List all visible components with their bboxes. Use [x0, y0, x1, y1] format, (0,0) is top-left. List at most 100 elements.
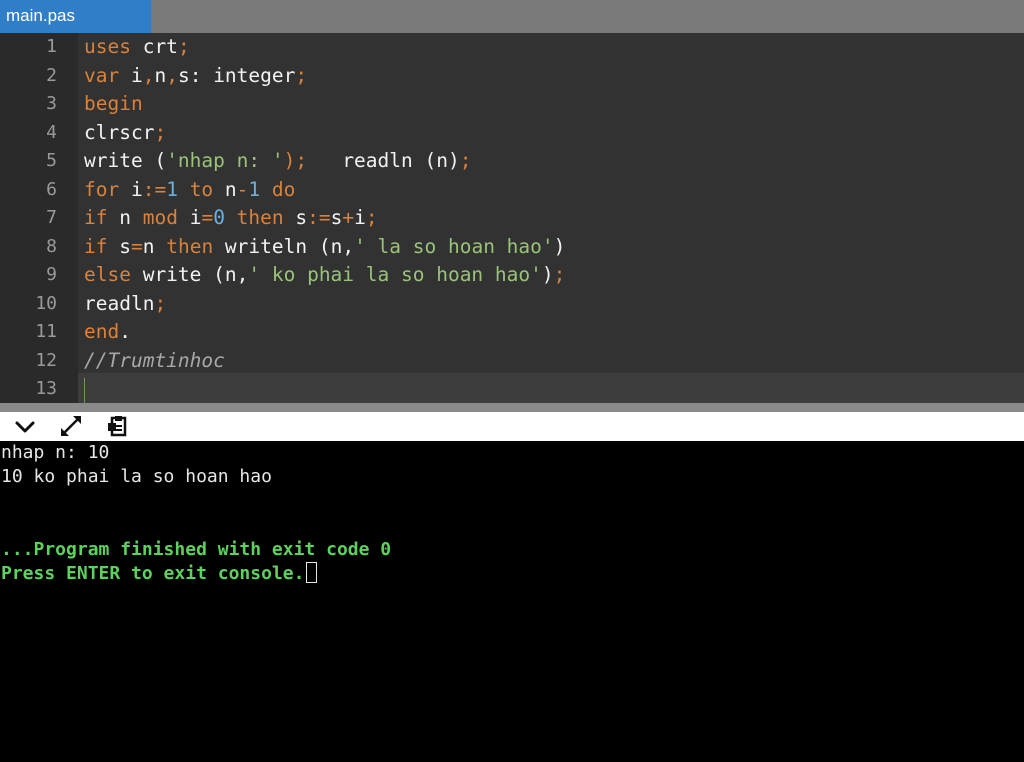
- code-token: ): [553, 234, 566, 258]
- code-token: n: [154, 63, 167, 87]
- code-token: 0: [213, 206, 225, 229]
- line-number: 5: [46, 150, 57, 171]
- code-token: uses: [84, 35, 143, 58]
- code-token: for: [84, 177, 131, 201]
- line-number: 9: [46, 264, 57, 285]
- code-token: crt: [142, 35, 178, 58]
- code-token: .: [119, 320, 131, 343]
- line-number: 7: [46, 207, 57, 228]
- code-line: if s=n then writeln (n,' la so hoan hao'…: [84, 233, 565, 261]
- code-token: :=: [142, 177, 167, 201]
- code-token: i: [130, 177, 143, 201]
- code-token: s: integer: [177, 63, 296, 87]
- code-token: ;: [553, 263, 566, 286]
- code-token: 1: [248, 177, 261, 201]
- code-token: if: [84, 206, 120, 229]
- console-line: 10 ko phai la so hoan hao: [1, 466, 272, 487]
- code-token: i: [189, 206, 202, 229]
- code-token: s: [119, 234, 131, 258]
- code-line: readln;: [84, 290, 166, 318]
- code-token: ;: [154, 291, 167, 315]
- current-line-highlight: [0, 373, 1024, 403]
- line-number: 10: [35, 292, 57, 314]
- code-token: ): [541, 263, 554, 286]
- line-number: 3: [46, 93, 57, 114]
- code-token: ;: [365, 206, 378, 229]
- code-token: clrscr: [84, 120, 155, 144]
- cursor-caret: [84, 378, 85, 403]
- code-token: readln: [84, 291, 155, 315]
- code-token: ;: [177, 35, 190, 58]
- line-number: 8: [46, 235, 57, 257]
- tab-bar: main.pas: [0, 0, 1024, 33]
- code-line: uses crt;: [84, 33, 190, 61]
- code-line: //Trumtinhoc: [84, 347, 225, 375]
- code-token: +: [342, 206, 355, 229]
- code-token: n: [119, 206, 143, 229]
- expand-arrows-icon: [61, 416, 81, 436]
- code-line: if n mod i=0 then s:=s+i;: [84, 204, 378, 232]
- code-token: :=: [307, 206, 331, 229]
- code-token: writeln (n,: [224, 234, 355, 258]
- code-editor[interactable]: 1 2 3 4 5 6 7 8 9 10 11 12 13 uses crt; var i,n,s: in…: [0, 33, 1024, 403]
- code-token: s: [295, 206, 308, 229]
- code-token: end: [84, 320, 120, 343]
- code-token: n: [142, 234, 167, 258]
- clipboard-icon: [108, 416, 127, 437]
- expand-button[interactable]: [58, 414, 84, 438]
- console-prompt-text: Press ENTER to exit console.: [1, 563, 305, 584]
- code-token: //Trumtinhoc: [84, 348, 225, 372]
- line-number: 11: [35, 321, 57, 342]
- code-token: );: [283, 149, 308, 172]
- line-number: 2: [46, 64, 57, 86]
- code-line: var i,n,s: integer;: [84, 62, 307, 90]
- code-token: ,: [142, 63, 155, 87]
- console-cursor: [306, 562, 318, 583]
- code-token: =: [130, 234, 143, 258]
- panel-splitter[interactable]: [0, 403, 1024, 412]
- code-token: begin: [84, 92, 143, 115]
- line-number: 12: [35, 349, 57, 371]
- code-token: ,: [166, 63, 178, 87]
- code-token: i: [130, 63, 143, 87]
- console-line: nhap n: 10: [1, 442, 110, 463]
- line-number: 13: [35, 378, 57, 399]
- code-token: do: [260, 177, 296, 201]
- code-token: then: [224, 206, 296, 229]
- code-line: begin: [84, 90, 143, 118]
- code-line: clrscr;: [84, 119, 166, 147]
- code-token: -: [236, 177, 249, 201]
- collapse-button[interactable]: [12, 414, 38, 438]
- code-token: to: [177, 177, 225, 201]
- line-number: 1: [46, 36, 57, 57]
- code-line: else write (n,' ko phai la so hoan hao')…: [84, 261, 565, 289]
- code-token: mod: [142, 206, 190, 229]
- tab-main-pas[interactable]: main.pas: [0, 0, 151, 33]
- code-token: ' ko phai la so hoan hao': [248, 263, 542, 286]
- console-prompt: Press ENTER to exit console.: [1, 562, 318, 586]
- chevron-down-icon: [15, 421, 35, 433]
- code-token: else: [84, 263, 143, 286]
- code-token: var: [84, 63, 131, 87]
- code-token: readln (n): [307, 149, 460, 172]
- output-console[interactable]: nhap n: 10 10 ko phai la so hoan hao ...…: [0, 441, 1024, 762]
- code-token: 'nhap n: ': [166, 149, 284, 172]
- copy-output-button[interactable]: [104, 414, 130, 438]
- line-number: 6: [46, 178, 57, 200]
- code-token: n: [224, 177, 237, 201]
- code-token: write (: [84, 149, 167, 172]
- code-token: then: [166, 234, 225, 258]
- code-token: ;: [459, 149, 472, 172]
- code-token: 1: [166, 177, 178, 201]
- code-token: =: [201, 206, 214, 229]
- code-line: for i:=1 to n-1 do: [84, 176, 295, 204]
- code-token: if: [84, 234, 120, 258]
- line-number-gutter: 1 2 3 4 5 6 7 8 9 10 11 12 13: [0, 33, 78, 403]
- line-number: 4: [46, 121, 57, 143]
- code-token: ;: [295, 63, 308, 87]
- console-toolbar: [0, 412, 1024, 441]
- code-token: i: [354, 206, 366, 229]
- code-token: write (n,: [142, 263, 249, 286]
- code-token: s: [330, 206, 343, 229]
- code-token: ;: [154, 120, 167, 144]
